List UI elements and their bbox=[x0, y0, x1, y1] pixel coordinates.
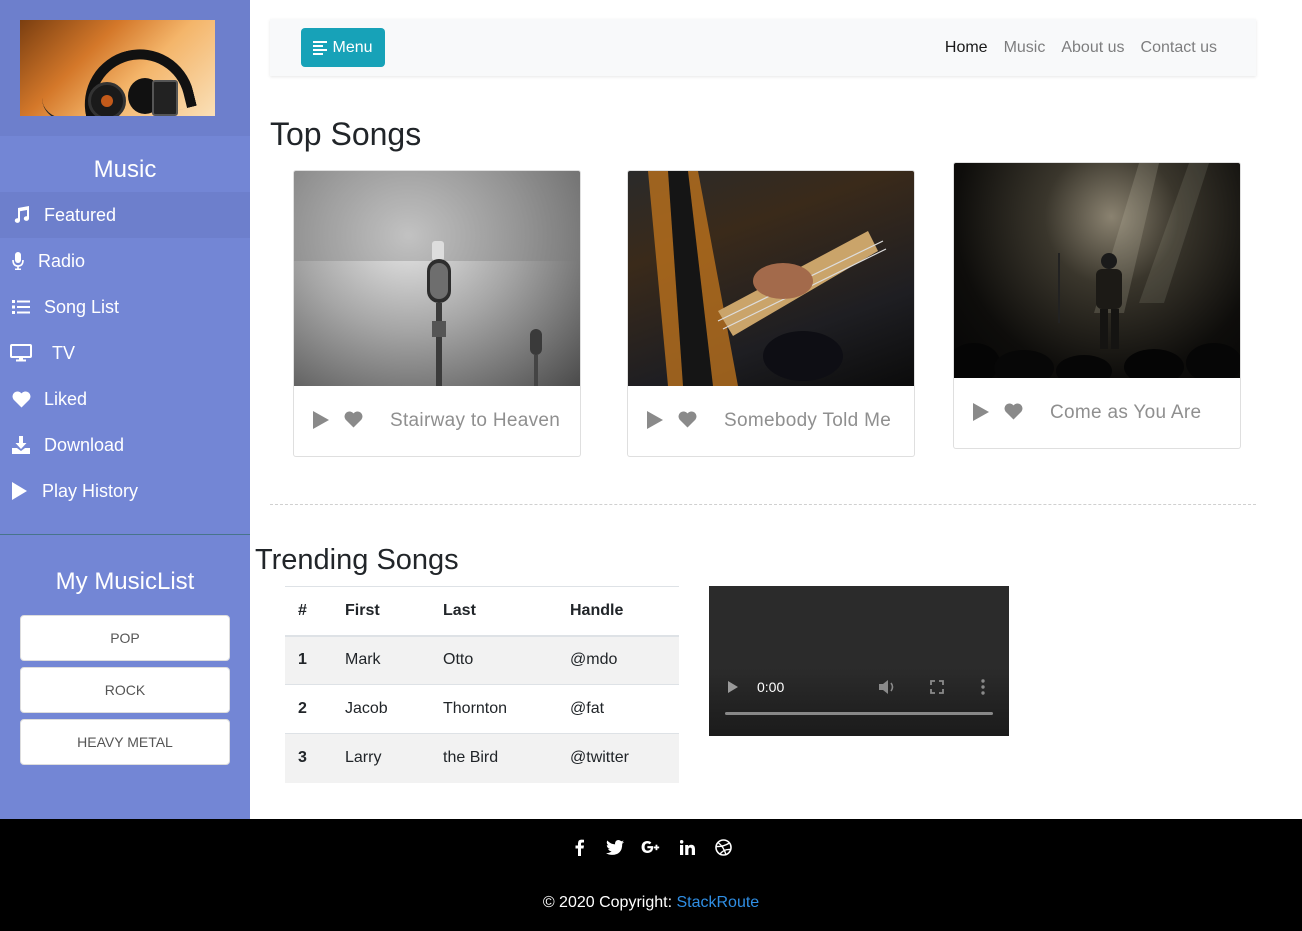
play-icon bbox=[10, 480, 28, 502]
card-controls: Stairway to Heaven bbox=[294, 386, 580, 456]
genre-pop-button[interactable]: POP bbox=[20, 615, 230, 661]
dribbble-icon[interactable] bbox=[713, 837, 733, 857]
table-cell: Jacob bbox=[332, 684, 430, 734]
sidebar-item-label: Song List bbox=[44, 296, 120, 317]
twitter-icon[interactable] bbox=[605, 837, 625, 857]
card-image bbox=[954, 163, 1240, 378]
table-cell: Otto bbox=[430, 635, 557, 685]
table-cell: @mdo bbox=[557, 635, 679, 685]
table-cell: Thornton bbox=[430, 684, 557, 734]
top-navbar: Menu Home Music About us Contact us bbox=[270, 19, 1256, 76]
card-controls: Somebody Told Me bbox=[628, 386, 914, 456]
column-header: # bbox=[285, 586, 332, 637]
sidebar: Music Featured Radio Song List TV Liked bbox=[0, 0, 250, 819]
sidebar-section-title: Music bbox=[93, 156, 157, 183]
trending-table: # First Last Handle 1 Mark Otto @mdo 2 J… bbox=[285, 586, 679, 783]
card-controls: Come as You Are bbox=[954, 378, 1240, 448]
video-progress-bar[interactable] bbox=[725, 712, 993, 715]
more-options-icon[interactable] bbox=[981, 679, 985, 700]
google-plus-icon[interactable] bbox=[641, 837, 661, 857]
genre-rock-button[interactable]: ROCK bbox=[20, 667, 230, 713]
table-row: 3 Larry the Bird @twitter bbox=[285, 733, 679, 783]
table-cell: Mark bbox=[332, 635, 430, 685]
nav-link-contact[interactable]: Contact us bbox=[1141, 39, 1217, 57]
sidebar-item-label: Play History bbox=[42, 480, 139, 501]
table-cell: @twitter bbox=[557, 733, 679, 783]
sidebar-item-tv[interactable]: TV bbox=[0, 330, 250, 376]
sidebar-divider bbox=[0, 534, 250, 535]
heart-icon bbox=[10, 388, 32, 410]
column-header: Handle bbox=[557, 586, 679, 637]
top-songs-heading: Top Songs bbox=[270, 116, 422, 152]
video-play-icon[interactable] bbox=[727, 680, 739, 699]
nav-links: Home Music About us Contact us bbox=[929, 19, 1217, 76]
sidebar-item-label: TV bbox=[52, 342, 76, 363]
table-cell: @fat bbox=[557, 684, 679, 734]
table-header-row: # First Last Handle bbox=[285, 586, 679, 637]
sidebar-item-label: Liked bbox=[44, 388, 88, 409]
sidebar-item-radio[interactable]: Radio bbox=[0, 238, 250, 284]
song-title: Somebody Told Me bbox=[724, 410, 892, 431]
sidebar-item-liked[interactable]: Liked bbox=[0, 376, 250, 422]
menu-button[interactable]: Menu bbox=[301, 28, 385, 67]
nav-link-about[interactable]: About us bbox=[1061, 39, 1124, 57]
social-links bbox=[0, 837, 1302, 857]
heart-icon[interactable] bbox=[678, 411, 700, 431]
genre-heavy-metal-button[interactable]: HEAVY METAL bbox=[20, 719, 230, 765]
play-icon[interactable] bbox=[646, 411, 666, 431]
music-note-icon bbox=[10, 204, 32, 226]
sidebar-header bbox=[0, 0, 250, 136]
sidebar-item-download[interactable]: Download bbox=[0, 422, 250, 468]
table-row: 1 Mark Otto @mdo bbox=[285, 635, 679, 685]
copyright: © 2020 Copyright: StackRoute bbox=[0, 894, 1302, 912]
stackroute-link[interactable]: StackRoute bbox=[676, 894, 759, 911]
sidebar-item-label: Radio bbox=[38, 250, 86, 271]
table-cell: the Bird bbox=[430, 733, 557, 783]
video-player[interactable]: 0:00 bbox=[709, 586, 1009, 736]
nav-link-music[interactable]: Music bbox=[1004, 39, 1046, 57]
footer: © 2020 Copyright: StackRoute bbox=[0, 819, 1302, 931]
download-icon bbox=[10, 434, 32, 456]
nav-link-home[interactable]: Home bbox=[945, 39, 988, 57]
song-title: Come as You Are bbox=[1050, 402, 1202, 423]
trending-songs-heading: Trending Songs bbox=[255, 544, 459, 576]
table-cell: Larry bbox=[332, 733, 430, 783]
section-divider bbox=[270, 504, 1256, 505]
table-cell: 3 bbox=[285, 733, 332, 783]
heart-icon[interactable] bbox=[344, 411, 366, 431]
microphone-icon bbox=[10, 250, 26, 272]
fullscreen-icon[interactable] bbox=[930, 680, 944, 699]
headphones-logo bbox=[20, 20, 215, 116]
sidebar-item-label: Download bbox=[44, 434, 125, 455]
volume-icon[interactable] bbox=[879, 680, 897, 699]
menu-button-label: Menu bbox=[332, 38, 373, 56]
table-row: 2 Jacob Thornton @fat bbox=[285, 684, 679, 734]
my-musiclist-title: My MusicList bbox=[55, 568, 195, 595]
sidebar-item-label: Featured bbox=[44, 204, 117, 225]
card-image bbox=[294, 171, 580, 386]
linkedin-icon[interactable] bbox=[677, 837, 697, 857]
column-header: Last bbox=[430, 586, 557, 637]
sidebar-item-song-list[interactable]: Song List bbox=[0, 284, 250, 330]
sidebar-item-featured[interactable]: Featured bbox=[0, 192, 250, 238]
column-header: First bbox=[332, 586, 430, 637]
video-time: 0:00 bbox=[757, 679, 785, 695]
song-card: Come as You Are bbox=[953, 162, 1241, 449]
table-cell: 1 bbox=[285, 635, 332, 685]
song-card: Somebody Told Me bbox=[627, 170, 915, 457]
table-cell: 2 bbox=[285, 684, 332, 734]
tv-icon bbox=[10, 342, 32, 364]
copyright-text: © 2020 Copyright: bbox=[542, 894, 673, 911]
heart-icon[interactable] bbox=[1004, 403, 1026, 423]
play-icon[interactable] bbox=[972, 403, 992, 423]
facebook-icon[interactable] bbox=[569, 837, 589, 857]
song-title: Stairway to Heaven bbox=[390, 410, 561, 431]
menu-icon bbox=[313, 39, 328, 57]
song-card: Stairway to Heaven bbox=[293, 170, 581, 457]
sidebar-item-play-history[interactable]: Play History bbox=[0, 468, 250, 514]
list-icon bbox=[10, 296, 32, 318]
card-image bbox=[628, 171, 914, 386]
play-icon[interactable] bbox=[312, 411, 332, 431]
